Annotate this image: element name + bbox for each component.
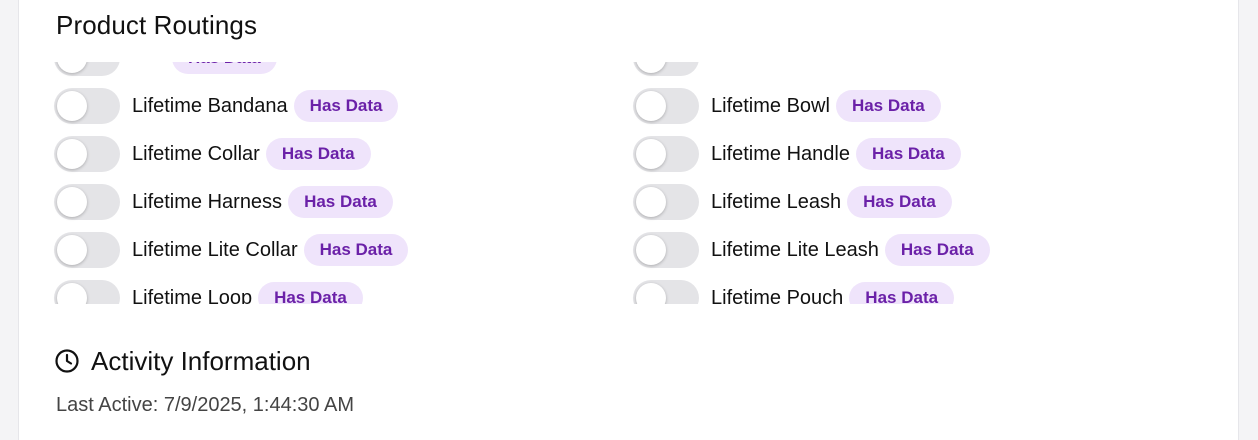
routing-label: Lifetime Collar bbox=[132, 142, 260, 165]
routing-label: Lifetime Leash bbox=[711, 190, 842, 213]
routing-toggle[interactable] bbox=[54, 88, 120, 124]
toggle-knob bbox=[636, 91, 666, 121]
routing-label: Lifetime Lite Collar bbox=[132, 238, 298, 261]
toggle-knob bbox=[57, 235, 87, 265]
has-data-badge: Has Data bbox=[303, 234, 409, 266]
has-data-badge: Has Data bbox=[265, 138, 371, 170]
routing-label: Lifetime Loop bbox=[132, 286, 253, 305]
routing-row: Lifetime Handle Has Data bbox=[633, 130, 990, 178]
toggle-knob bbox=[636, 139, 666, 169]
routing-toggle[interactable] bbox=[633, 232, 699, 268]
routing-label: Lifetime Bandana bbox=[132, 94, 288, 117]
routing-row bbox=[633, 62, 990, 82]
has-data-badge: Has Data bbox=[849, 282, 955, 304]
toggle-knob bbox=[636, 62, 666, 73]
toggle-knob bbox=[57, 62, 87, 73]
routing-row: Has Data bbox=[54, 62, 408, 82]
has-data-badge: Has Data bbox=[884, 234, 990, 266]
has-data-badge: Has Data bbox=[288, 186, 393, 218]
activity-header: Activity Information bbox=[54, 344, 311, 378]
toggle-knob bbox=[57, 91, 87, 121]
routing-toggle[interactable] bbox=[54, 136, 120, 172]
toggle-knob bbox=[57, 187, 87, 217]
routing-toggle[interactable] bbox=[633, 88, 699, 124]
toggle-knob bbox=[636, 187, 666, 217]
routing-label: Lifetime Pouch bbox=[711, 286, 844, 305]
has-data-badge: Has Data bbox=[855, 138, 961, 170]
activity-title: Activity Information bbox=[91, 346, 311, 376]
has-data-badge: Has Data bbox=[293, 90, 399, 122]
routing-row: Lifetime Bowl Has Data bbox=[633, 82, 990, 130]
routing-toggle[interactable] bbox=[54, 62, 120, 76]
routing-label: Lifetime Harness bbox=[132, 190, 283, 213]
routings-column-right: Lifetime Bowl Has Data Lifetime Handle Has … bbox=[633, 62, 990, 304]
routing-toggle[interactable] bbox=[54, 184, 120, 220]
routing-row: Lifetime Bandana Has Data bbox=[54, 82, 408, 130]
section-title-product-routings: Product Routings bbox=[56, 10, 258, 40]
routing-toggle[interactable] bbox=[633, 280, 699, 304]
routing-row: Lifetime Lite Collar Has Data bbox=[54, 226, 409, 274]
toggle-knob bbox=[636, 283, 666, 304]
routing-row: Lifetime Lite Leash Has Data bbox=[633, 226, 990, 274]
routing-toggle[interactable] bbox=[633, 184, 699, 220]
routing-row: Lifetime Collar Has Data bbox=[54, 130, 408, 178]
has-data-badge: Has Data bbox=[835, 90, 941, 122]
routing-label: Lifetime Bowl bbox=[711, 94, 830, 117]
routing-label: Lifetime Handle bbox=[711, 142, 850, 165]
has-data-badge: Has Data bbox=[172, 62, 277, 74]
routing-toggle[interactable] bbox=[633, 136, 699, 172]
routing-toggle[interactable] bbox=[54, 280, 120, 304]
has-data-badge: Has Data bbox=[258, 282, 363, 304]
routing-label: Lifetime Lite Leash bbox=[711, 238, 879, 261]
toggle-knob bbox=[636, 235, 666, 265]
toggle-knob bbox=[57, 139, 87, 169]
toggle-knob bbox=[57, 283, 87, 304]
routings-column-left: Has DataLifetime BandanaHas DataLifetime… bbox=[54, 62, 409, 304]
routing-row: Lifetime Leash Has Data bbox=[633, 178, 990, 226]
clock-icon bbox=[54, 348, 80, 374]
has-data-badge: Has Data bbox=[847, 186, 952, 218]
product-routings-list[interactable]: Has DataLifetime BandanaHas DataLifetime… bbox=[52, 62, 1212, 304]
routing-toggle[interactable] bbox=[633, 62, 699, 76]
routing-toggle[interactable] bbox=[54, 232, 120, 268]
routing-row: Lifetime Harness Has Data bbox=[54, 178, 408, 226]
routing-row: Lifetime Pouch Has Data bbox=[633, 274, 990, 304]
routing-row: Lifetime Loop Has Data bbox=[54, 274, 408, 304]
